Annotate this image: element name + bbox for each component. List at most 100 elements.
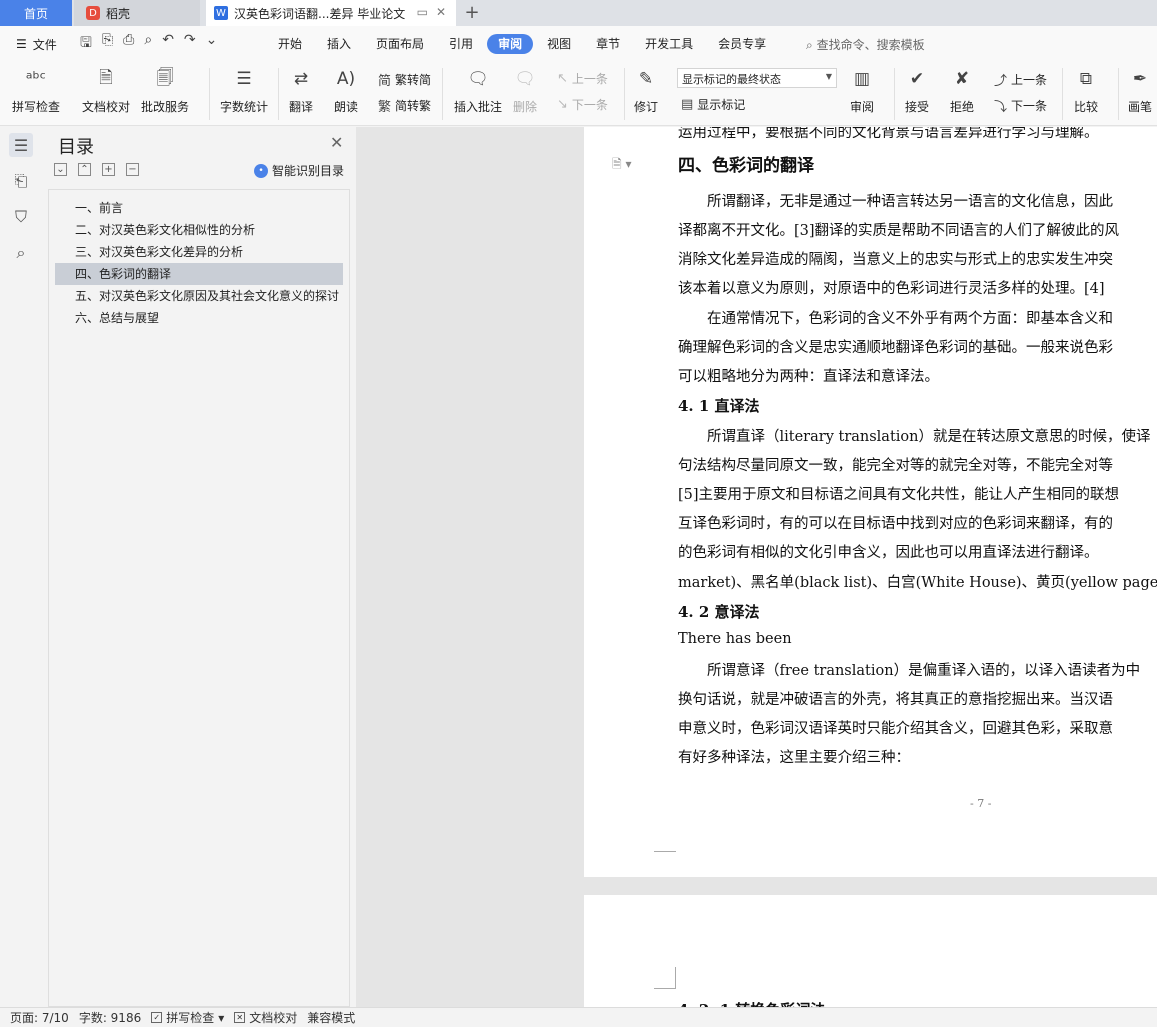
toc-list: 一、前言 二、对汉英色彩文化相似性的分析 三、对汉英色彩文化差异的分析 四、色彩… [48,189,350,1007]
paragraph-line: [5]主要用于原文和目标语之间具有文化共性，能让人产生相同的联想 [678,487,1120,503]
document-canvas: 运用过程中，要根据不同的文化背景与语言差异进行学习与理解。 🗎 ▾ 四、色彩词的… [356,127,1157,1007]
next-change-button[interactable]: ⤵ 下一条 [994,96,1047,115]
prev-comment-label: 上一条 [571,72,608,86]
menu-start[interactable]: 开始 [267,34,313,54]
document-page[interactable]: 运用过程中，要根据不同的文化背景与语言差异进行学习与理解。 🗎 ▾ 四、色彩词的… [584,127,1157,877]
word-count-label: 字数统计 [220,100,269,114]
subsection-heading: 4. 1 直译法 [678,397,760,415]
markup-mode-value: 显示标记的最终状态 [682,73,781,86]
redo-icon[interactable]: ↷ [184,32,196,56]
read-aloud-label: 朗读 [333,100,358,114]
menu-page-layout[interactable]: 页面布局 [365,34,435,54]
tab-bar: 首页 D 稻壳 W 汉英色彩词语翻...差异 毕业论文 ▭ ✕ + [0,0,1157,26]
word-count-button[interactable]: ☰ 字数统计 [220,66,268,115]
proofread-status-label: 文档校对 [249,1011,298,1025]
tab-document[interactable]: W 汉英色彩词语翻...差异 毕业论文 ▭ ✕ [206,0,456,26]
toc-item[interactable]: 三、对汉英色彩文化差异的分析 [55,241,343,263]
translate-label: 翻译 [288,100,313,114]
track-changes-label: 修订 [633,100,658,114]
menu-developer[interactable]: 开发工具 [634,34,704,54]
tab-home[interactable]: 首页 [0,0,72,26]
toc-item[interactable]: 五、对汉英色彩文化原因及其社会文化意义的探讨 [55,285,343,307]
expand-down-icon[interactable]: ⌄ [54,163,67,176]
page-corner-mark [654,967,676,989]
tab-daoke[interactable]: D 稻壳 [74,0,200,26]
toc-item[interactable]: 一、前言 [55,197,343,219]
proofread-button[interactable]: 🗎 文档校对 [82,66,130,115]
toc-item[interactable]: 二、对汉英色彩文化相似性的分析 [55,219,343,241]
undo-icon[interactable]: ↶ [162,32,174,56]
close-tab-icon[interactable]: ✕ [436,5,446,19]
file-menu[interactable]: ☰ 文件 [0,36,70,53]
pen-label: 画笔 [1127,100,1152,114]
delete-comment-label: 删除 [512,100,537,114]
simp-to-trad-label: 简转繁 [395,99,432,113]
menu-membership[interactable]: 会员专享 [707,34,777,54]
export-pdf-icon[interactable]: ⎘ [102,32,113,56]
bookmark-icon[interactable]: ⛉ [9,205,33,229]
proofread-status[interactable]: ✕ 文档校对 [234,1009,297,1026]
chapter-nav-icon[interactable]: ⎗ [9,169,33,193]
review-pane-button[interactable]: ▥ 审阅 [849,66,875,115]
monitor-icon[interactable]: ▭ [417,5,428,19]
paragraph-icon[interactable]: 🗎 ▾ [612,155,632,176]
show-markup-button[interactable]: ▤ 显示标记 [681,96,745,113]
document-page-next[interactable]: 4. 2. 1 转换色彩词法 [584,895,1157,1007]
prev-comment-button[interactable]: ↖ 上一条 [557,70,608,87]
new-tab-button[interactable]: + [462,2,482,23]
menu-references[interactable]: 引用 [438,34,484,54]
page-indicator[interactable]: 页面: 7/10 [10,1009,69,1026]
file-menu-label: 文件 [32,37,57,52]
read-aloud-button[interactable]: A) 朗读 [333,66,359,115]
review-pane-icon: ▥ [853,69,871,89]
word-count-indicator[interactable]: 字数: 9186 [79,1009,141,1026]
accept-button[interactable]: ✔ 接受 [904,66,930,115]
print-icon[interactable]: ⎙ [123,32,134,56]
simp-to-trad-icon: 繁 [378,100,392,115]
tab-document-label: 汉英色彩词语翻...差异 毕业论文 [234,6,406,21]
insert-comment-button[interactable]: 🗨 插入批注 [454,66,502,115]
spellcheck-status[interactable]: ✓ 拼写检查 ▾ [151,1009,224,1026]
minus-icon[interactable]: − [126,163,139,176]
smart-toc-label: 智能识别目录 [272,164,345,178]
collapse-up-icon[interactable]: ⌃ [78,163,91,176]
print-preview-icon[interactable]: ⌕ [144,32,152,56]
toc-item[interactable]: 六、总结与展望 [55,307,343,329]
reject-icon: ✘ [954,69,970,89]
compare-button[interactable]: ⧉ 比较 [1073,66,1099,115]
menu-section[interactable]: 章节 [585,34,631,54]
track-changes-button[interactable]: ✎ 修订 [633,66,659,115]
prev-change-button[interactable]: ⤴ 上一条 [994,70,1047,89]
toc-panel-icon[interactable]: ☰ [9,133,33,157]
spellcheck-button[interactable]: ᵃᵇᶜ 拼写检查 [12,66,60,115]
comment-add-icon: 🗨 [467,69,489,89]
divider [1118,68,1119,120]
plus-icon[interactable]: + [102,163,115,176]
paragraph-line: 确理解色彩词的含义是忠实通顺地翻译色彩词的基础。一般来说色彩 [678,340,1113,356]
reject-button[interactable]: ✘ 拒绝 [949,66,975,115]
search-panel-icon[interactable]: ⌕ [9,241,33,265]
menu-review[interactable]: 审阅 [487,34,534,54]
paragraph-line: market)、黑名单(black list)、白宫(White House)、… [678,575,1157,591]
customize-toolbar-icon[interactable]: ⌄ [206,32,218,56]
translate-icon: ⇄ [293,69,309,89]
trad-to-simp-button[interactable]: 简 繁转简 [378,70,431,89]
pen-button[interactable]: ✒ 画笔 [1127,66,1153,115]
next-comment-button[interactable]: ↘ 下一条 [557,96,608,113]
smart-toc-button[interactable]: • 智能识别目录 [254,162,344,179]
review-service-button[interactable]: 🗐 批改服务 [141,66,189,115]
comment-delete-icon: 🗨 [514,69,536,89]
menu-view[interactable]: 视图 [536,34,582,54]
command-search[interactable]: ⌕ 查找命令、搜索模板 [806,36,925,53]
markup-mode-select[interactable]: 显示标记的最终状态 ▼ [677,68,837,88]
save-icon[interactable]: 🖫 [80,32,92,56]
menu-insert[interactable]: 插入 [316,34,362,54]
close-icon[interactable]: ✕ [330,133,343,152]
simp-to-trad-button[interactable]: 繁 简转繁 [378,96,431,115]
toc-item-active[interactable]: 四、色彩词的翻译 [55,263,343,285]
left-navigation-strip: ☰ ⎗ ⛉ ⌕ [0,127,42,1007]
prev-change-label: 上一条 [1011,73,1048,87]
translate-button[interactable]: ⇄ 翻译 [288,66,314,115]
delete-comment-button[interactable]: 🗨 删除 [512,66,538,115]
trad-to-simp-icon: 简 [378,74,392,89]
